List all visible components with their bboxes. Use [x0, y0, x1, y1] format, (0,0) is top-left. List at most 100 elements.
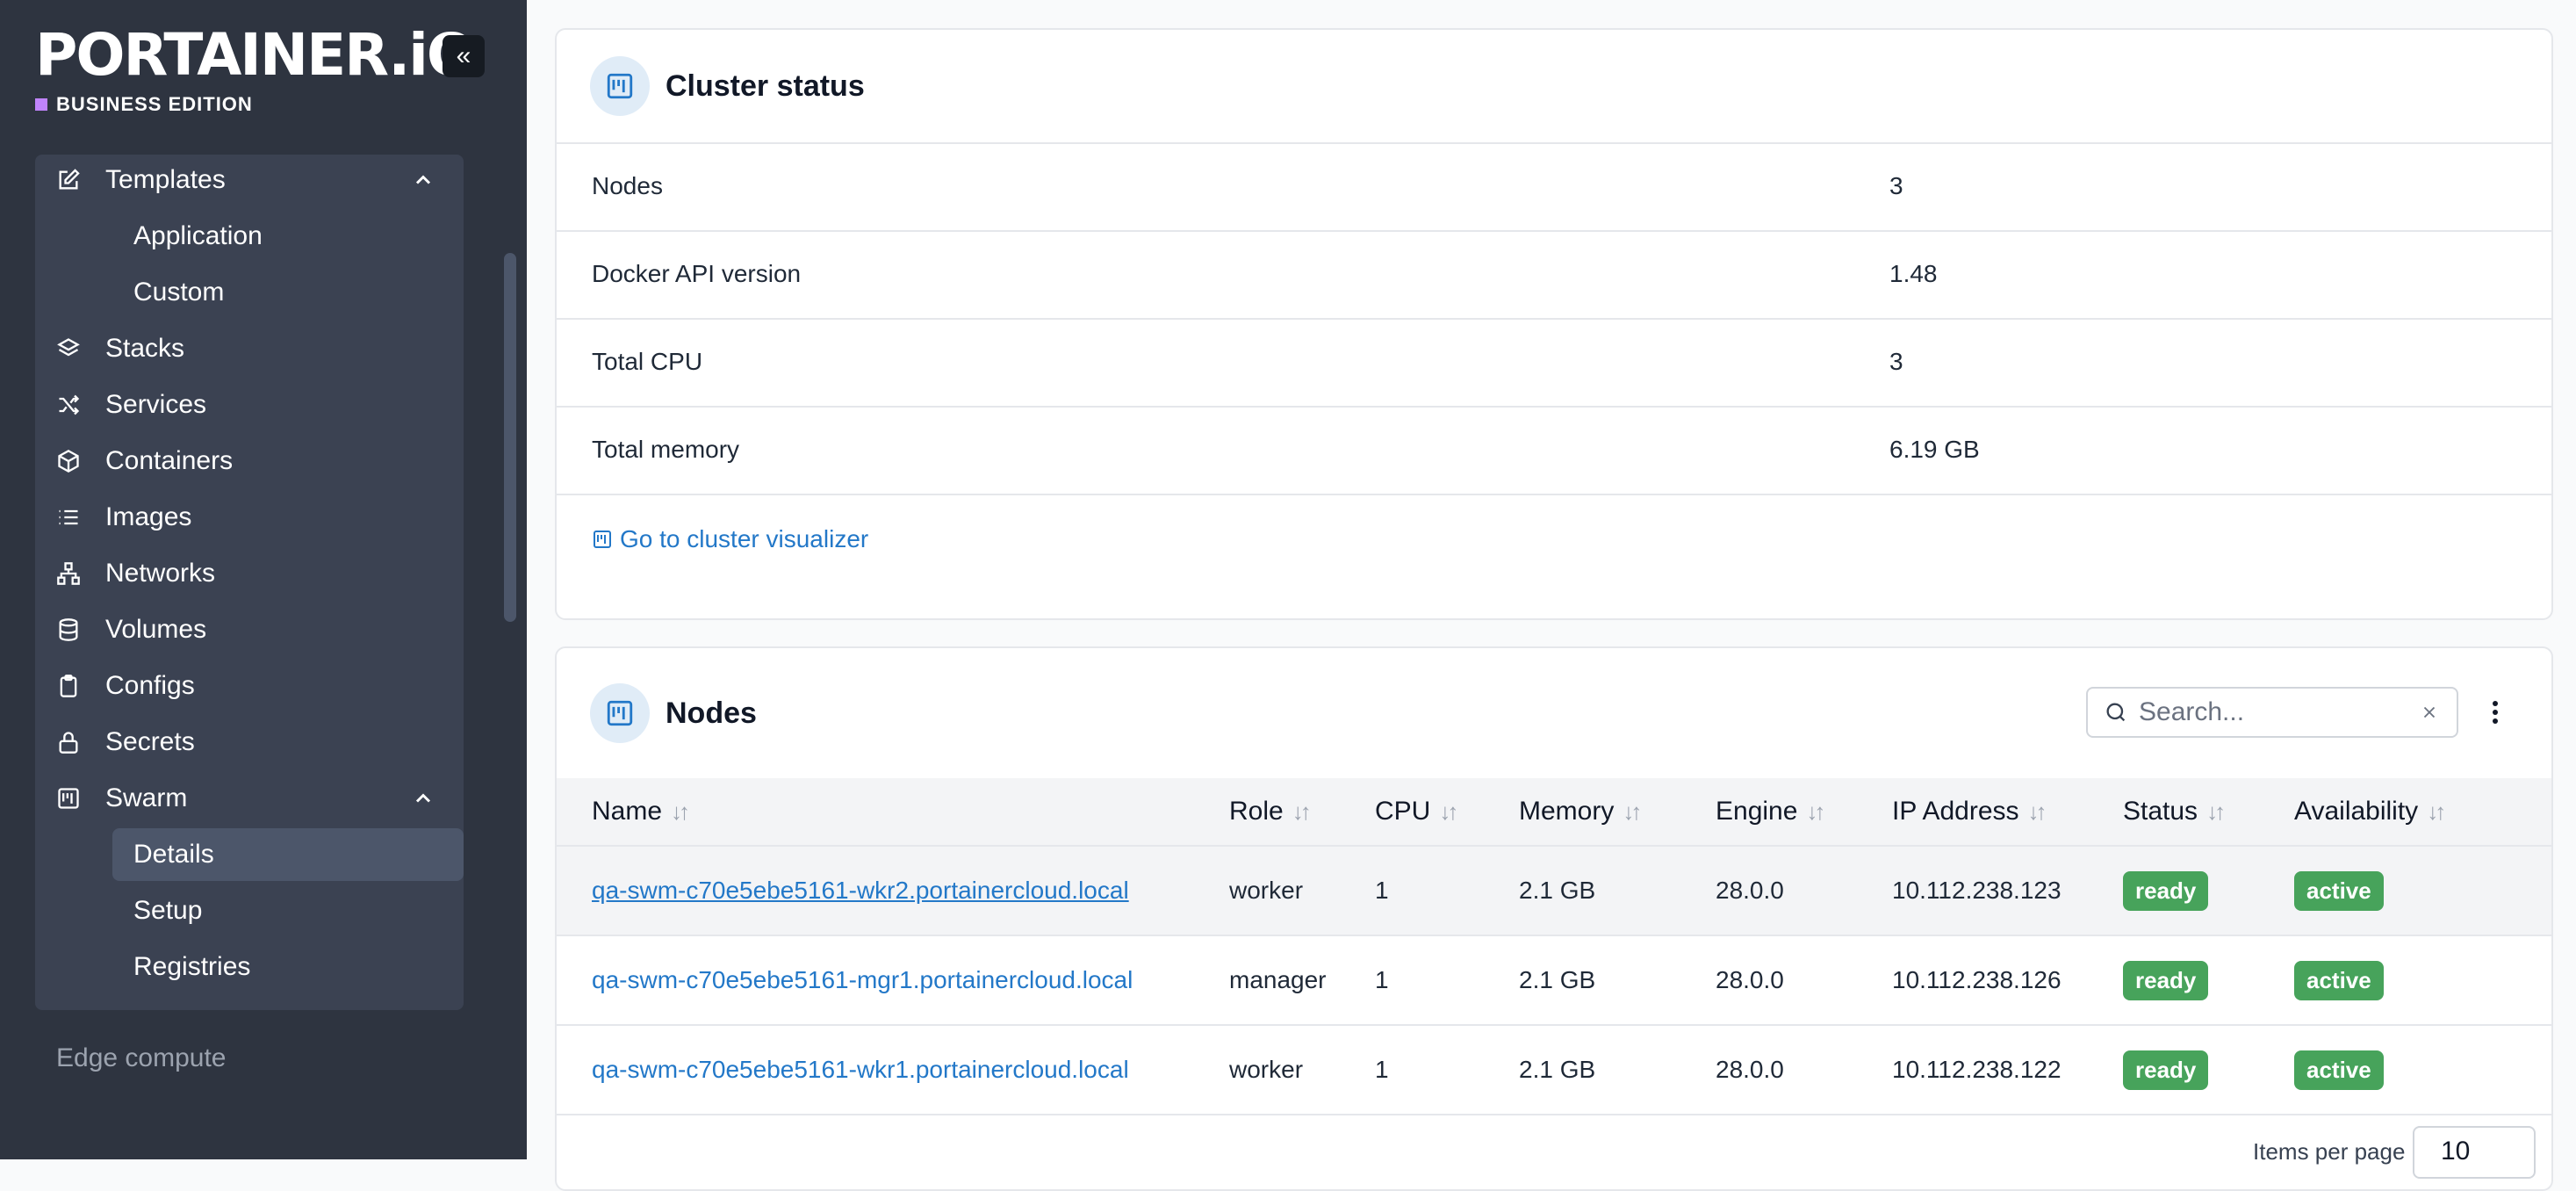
sidebar-item-label: Templates — [105, 165, 226, 194]
column-header-ip-address[interactable]: IP Address ↓↑ — [1891, 778, 2122, 847]
column-header-engine[interactable]: Engine ↓↑ — [1715, 778, 1891, 847]
cluster-visualizer-link[interactable]: Go to cluster visualizer — [557, 495, 2551, 583]
sidebar-item-label: Networks — [105, 559, 216, 588]
nodes-title: Nodes — [666, 696, 757, 730]
sidebar-item-volumes[interactable]: Volumes — [35, 603, 464, 656]
sidebar-item-stacks[interactable]: Stacks — [35, 322, 464, 375]
status-badge: ready — [2123, 1050, 2209, 1090]
node-ip: 10.112.238.122 — [1891, 1025, 2122, 1115]
node-role: manager — [1228, 935, 1374, 1026]
list-icon — [54, 503, 83, 531]
cluster-icon — [590, 56, 650, 116]
node-role: worker — [1228, 1025, 1374, 1115]
sidebar-item-label: Containers — [105, 446, 234, 475]
sidebar-item-custom[interactable]: Custom — [112, 266, 464, 319]
nodes-header: Nodes — [557, 648, 2551, 778]
visualizer-icon — [594, 531, 611, 548]
table-row[interactable]: qa-swm-c70e5ebe5161-wkr2.portainercloud.… — [557, 846, 2551, 936]
node-role: worker — [1228, 846, 1374, 936]
table-row[interactable]: qa-swm-c70e5ebe5161-wkr1.portainercloud.… — [557, 1025, 2551, 1115]
sidebar-item-services[interactable]: Services — [35, 379, 464, 431]
column-header-role[interactable]: Role ↓↑ — [1228, 778, 1374, 847]
sidebar-item-swarm[interactable]: Swarm — [35, 772, 464, 825]
column-header-status[interactable]: Status ↓↑ — [2122, 778, 2293, 847]
column-header-name[interactable]: Name ↓↑ — [557, 778, 1228, 847]
node-cpu: 1 — [1374, 846, 1518, 936]
sidebar-scrollbar[interactable] — [504, 253, 516, 622]
search-input[interactable] — [2137, 697, 2404, 728]
node-memory: 2.1 GB — [1518, 846, 1715, 936]
shuffle-icon — [54, 391, 83, 419]
edge-compute-section-label: Edge compute — [56, 1043, 227, 1072]
node-cpu: 1 — [1374, 1025, 1518, 1115]
node-name-link[interactable]: qa-swm-c70e5ebe5161-mgr1.portainercloud.… — [592, 966, 1133, 993]
node-name-link[interactable]: qa-swm-c70e5ebe5161-wkr2.portainercloud.… — [592, 877, 1129, 904]
cluster-row-docker-api: Docker API version 1.48 — [557, 232, 2551, 320]
chevron-up-icon[interactable] — [411, 168, 435, 192]
column-header-availability[interactable]: Availability ↓↑ — [2293, 778, 2551, 847]
cluster-status-card: Cluster status Nodes 3 Docker API version… — [555, 28, 2553, 620]
node-memory: 2.1 GB — [1518, 935, 1715, 1026]
search-icon — [2106, 703, 2126, 722]
row-key: Docker API version — [592, 260, 802, 287]
sidebar-item-label: Volumes — [105, 615, 207, 644]
node-ip: 10.112.238.123 — [1891, 846, 2122, 936]
clear-search-icon[interactable] — [2420, 703, 2439, 722]
sidebar-item-details[interactable]: Details — [112, 828, 464, 881]
layers-icon — [54, 335, 83, 363]
node-ip: 10.112.238.126 — [1891, 935, 2122, 1026]
network-icon — [54, 559, 83, 588]
sort-icon: ↓↑ — [2206, 798, 2226, 825]
sidebar-item-containers[interactable]: Containers — [35, 435, 464, 487]
items-per-page-label: Items per page — [2253, 1138, 2406, 1165]
column-header-memory[interactable]: Memory ↓↑ — [1518, 778, 1715, 847]
node-cpu: 1 — [1374, 935, 1518, 1026]
sidebar-item-label: Swarm — [105, 783, 188, 812]
availability-badge: active — [2294, 1050, 2384, 1090]
table-header-row: Name ↓↑ Role ↓↑ CPU ↓↑ Memory ↓↑ Engine ↓↑ IP… — [557, 778, 2551, 847]
edit-icon — [54, 166, 83, 194]
nodes-table: Name ↓↑ Role ↓↑ CPU ↓↑ Memory ↓↑ Engine ↓↑ IP… — [557, 778, 2551, 1115]
sidebar-item-secrets[interactable]: Secrets — [35, 716, 464, 769]
table-row[interactable]: qa-swm-c70e5ebe5161-mgr1.portainercloud.… — [557, 935, 2551, 1026]
swarm-icon — [54, 784, 83, 812]
cluster-row-total-cpu: Total CPU 3 — [557, 320, 2551, 408]
sidebar-item-templates[interactable]: Templates — [35, 154, 464, 206]
edition-text: BUSINESS EDITION — [56, 93, 253, 115]
sort-icon: ↓↑ — [671, 798, 690, 825]
status-badge: ready — [2123, 960, 2209, 1000]
sidebar-item-label: Services — [105, 390, 207, 419]
node-engine: 28.0.0 — [1715, 935, 1891, 1026]
visualizer-link-label[interactable]: Go to cluster visualizer — [620, 525, 868, 553]
node-name-link[interactable]: qa-swm-c70e5ebe5161-wkr1.portainercloud.… — [592, 1056, 1129, 1083]
cluster-row-total-memory: Total memory 6.19 GB — [557, 408, 2551, 495]
sidebar-item-registries[interactable]: Registries — [112, 941, 464, 993]
more-options-icon[interactable] — [2485, 692, 2506, 733]
cluster-status-title: Cluster status — [666, 69, 865, 103]
items-per-page-select[interactable]: 10 — [2413, 1126, 2536, 1179]
sidebar-item-networks[interactable]: Networks — [35, 547, 464, 600]
column-header-cpu[interactable]: CPU ↓↑ — [1374, 778, 1518, 847]
nodes-search[interactable] — [2086, 687, 2458, 738]
nodes-icon — [590, 683, 650, 743]
row-value: 3 — [1889, 348, 1903, 375]
lock-icon — [54, 728, 83, 756]
portainer-logo[interactable]: PORTAINER.iO — [35, 26, 476, 84]
sort-icon: ↓↑ — [1623, 798, 1642, 825]
sidebar-item-images[interactable]: Images — [35, 491, 464, 544]
sidebar-item-setup[interactable]: Setup — [112, 884, 464, 937]
cluster-row-nodes: Nodes 3 — [557, 144, 2551, 232]
row-value: 6.19 GB — [1889, 436, 1980, 463]
row-key: Nodes — [592, 172, 663, 199]
sort-icon: ↓↑ — [2027, 798, 2047, 825]
sidebar-item-configs[interactable]: Configs — [35, 660, 464, 712]
collapse-sidebar-button[interactable]: « — [443, 35, 485, 77]
node-engine: 28.0.0 — [1715, 1025, 1891, 1115]
sidebar-item-label: Stacks — [105, 334, 185, 363]
row-value: 1.48 — [1889, 260, 1938, 287]
sort-icon: ↓↑ — [1439, 798, 1458, 825]
sidebar: PORTAINER.iO BUSINESS EDITION « Template… — [0, 0, 527, 1159]
sidebar-item-application[interactable]: Application — [112, 210, 464, 263]
row-key: Total CPU — [592, 348, 703, 375]
chevron-up-icon[interactable] — [411, 786, 435, 811]
